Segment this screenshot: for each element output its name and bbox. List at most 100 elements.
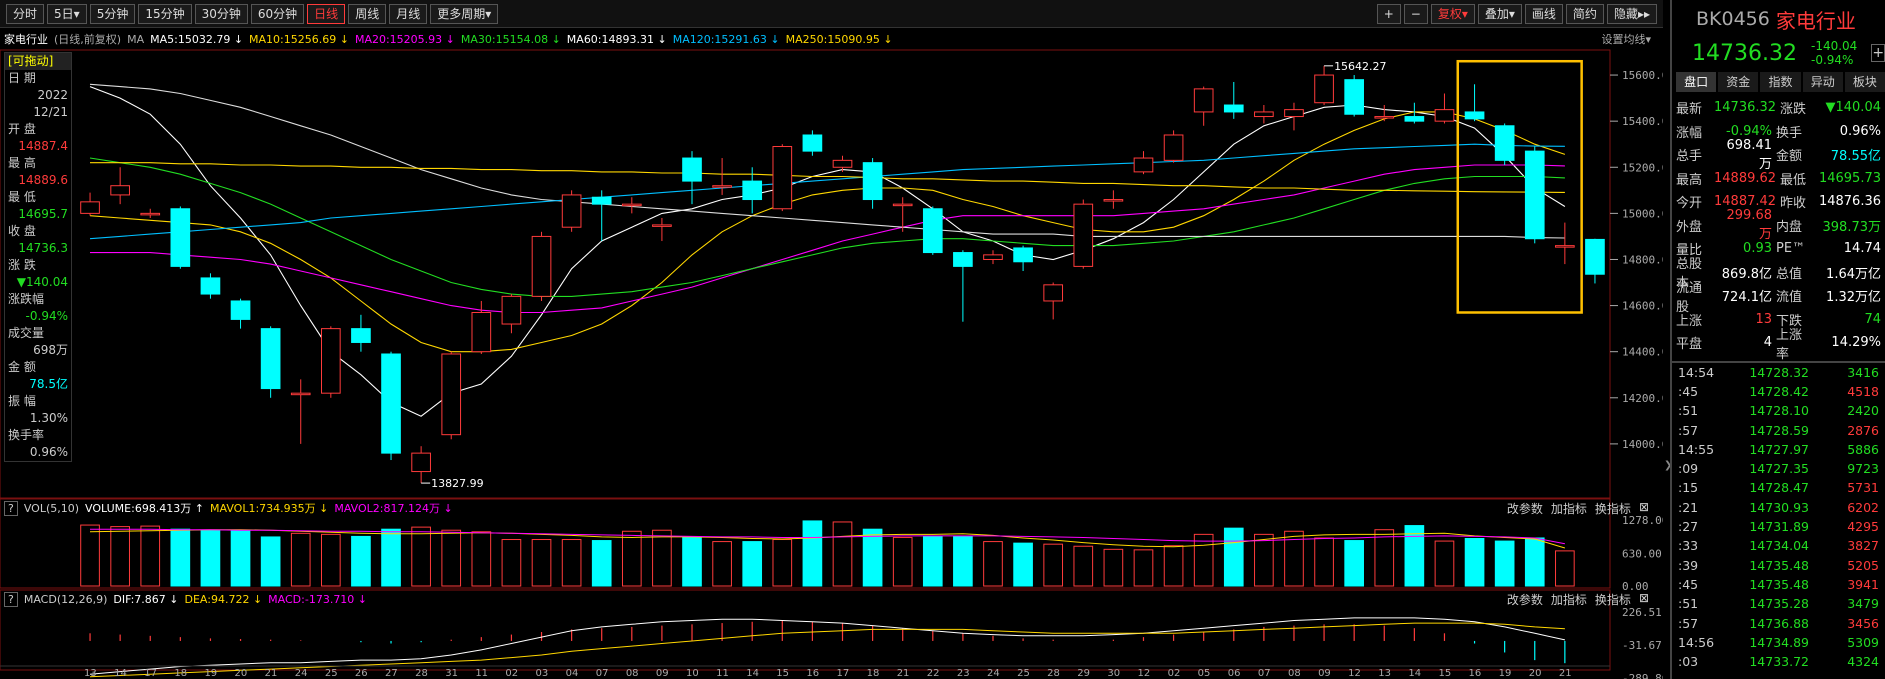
x-axis-label: 08 (626, 668, 639, 679)
quote-value: 14.29% (1831, 335, 1881, 351)
tick-volume: 4518 (1847, 383, 1879, 399)
quote-row: 最高 14889.62 最低 14695.73 (1672, 167, 1885, 191)
tool-button[interactable]: − (1403, 4, 1428, 24)
period-button[interactable]: 5分钟 (89, 4, 136, 24)
candle-body (591, 196, 612, 205)
quote-label: 平盘 (1676, 337, 1703, 353)
ma-line-ma20 (90, 164, 1565, 314)
pane-link[interactable]: 加指标 (1551, 500, 1587, 517)
macd-axis-label: -289.86 (1622, 672, 1663, 679)
volume-bar (411, 526, 431, 587)
volume-bar (230, 529, 251, 587)
x-axis-label: 08 (1288, 668, 1301, 679)
volume-bar (1555, 550, 1575, 587)
candle-body (1585, 238, 1605, 275)
period-button[interactable]: 15分钟 (138, 4, 192, 24)
x-axis-label: 31 (445, 668, 458, 679)
tool-button[interactable]: 叠加▾ (1477, 4, 1522, 24)
candle-body (922, 208, 943, 254)
period-button[interactable]: 60分钟 (250, 4, 305, 24)
pane-link[interactable]: 改参数 (1507, 500, 1543, 517)
volume-bar (200, 529, 221, 587)
sidebar-tab[interactable]: 资金 (1718, 72, 1759, 92)
drag-tag[interactable]: [可拖动] (5, 53, 71, 70)
candle-body (682, 157, 702, 182)
tick-time: :33 (1678, 538, 1699, 554)
x-axis-label: 21 (1559, 668, 1572, 679)
period-buttons: 分时 5日▾ 5分钟 15分钟 30分钟 60分钟 日线 周线 月线 更多周期▾ (6, 4, 499, 24)
period-button[interactable]: 分时 (6, 4, 45, 24)
volume-bar (1193, 533, 1214, 587)
tick-time: :51 (1678, 403, 1699, 419)
dea-line (89, 622, 1565, 678)
period-button[interactable]: 周线 (348, 4, 387, 24)
mavol1-line (89, 529, 1566, 549)
tool-button[interactable]: 画线 (1524, 4, 1563, 24)
x-axis-label: 03 (536, 668, 549, 679)
quote-row: 流通股 724.1亿 流值 1.32万亿 (1672, 281, 1885, 315)
tick-list[interactable]: 14:54 14728.32 3416:45 14728.42 4518:51 14728… (1672, 360, 1885, 672)
help-icon[interactable]: ? (4, 500, 18, 516)
x-axis-label: 02 (1168, 668, 1181, 679)
low-label: 最 低 (8, 190, 36, 204)
close-icon[interactable]: ⊠ (1639, 500, 1649, 517)
quote-value: ▼140.04 (1825, 100, 1882, 116)
ma120-value: MA120:15291.63 ↓ (672, 32, 780, 46)
tick-volume: 3416 (1847, 364, 1879, 380)
x-axis-label: 07 (1258, 668, 1271, 679)
tool-button[interactable]: + (1376, 4, 1401, 24)
index-name: 家电行业 (1775, 8, 1856, 33)
pane-link[interactable]: 加指标 (1551, 591, 1587, 608)
x-axis-label: 16 (806, 668, 819, 679)
cursor-info-panel[interactable]: [可拖动] 日 期 2022 12/21 开 盘 14887.4 最 高 148… (4, 52, 72, 462)
pane-link[interactable]: 换指标 (1595, 591, 1631, 608)
tick-row: 14:55 14727.97 5886 (1672, 440, 1885, 459)
quote-row: 总手 698.41万 金额 78.55亿 (1672, 138, 1885, 172)
quote-label: 换手 (1776, 125, 1803, 141)
volume-bar (441, 529, 462, 587)
tool-button[interactable]: 隐藏▸▸ (1606, 4, 1657, 24)
kline-app: 15600.00 15400.00 15200.00 15000.00 14800.00… (0, 0, 1885, 679)
volume-bar (381, 528, 401, 587)
volume-bar (742, 541, 763, 587)
quote-label: 最高 (1676, 172, 1703, 188)
pane-link[interactable]: 改参数 (1507, 591, 1543, 608)
tool-button[interactable]: 简约 (1565, 4, 1604, 24)
quote-value: 14736.32 (1714, 100, 1777, 116)
volume-bar (1374, 529, 1395, 587)
tick-volume: 5731 (1847, 480, 1879, 496)
volume-bar (1464, 537, 1485, 587)
period-button[interactable]: 日线 (307, 4, 346, 24)
add-watch-button[interactable]: + (1871, 44, 1885, 62)
help-icon[interactable]: ? (4, 591, 18, 607)
sidebar-tab[interactable]: 板块 (1844, 72, 1885, 92)
quote-value: 13 (1755, 311, 1772, 327)
x-axis-label: 14 (114, 668, 127, 679)
open-value: 14887.4 (18, 139, 68, 153)
period-button[interactable]: 5日▾ (47, 4, 87, 24)
period-button[interactable]: 30分钟 (194, 4, 248, 24)
sidebar-tab[interactable]: 异动 (1802, 72, 1843, 92)
tick-price: 14728.32 (1749, 364, 1809, 380)
pane-link[interactable]: 换指标 (1595, 500, 1631, 517)
chart-canvas[interactable]: 15600.00 15400.00 15200.00 15000.00 14800.00… (0, 0, 1663, 679)
candle-body (892, 203, 913, 207)
period-button[interactable]: 更多周期▾ (430, 4, 499, 24)
tool-button[interactable]: 复权▾ (1430, 4, 1475, 24)
volume-bar (682, 536, 702, 587)
sidebar-tab[interactable]: 盘口 (1676, 72, 1717, 92)
close-icon[interactable]: ⊠ (1639, 591, 1649, 608)
quote-label: 最新 (1676, 102, 1703, 118)
volume-bar (110, 526, 130, 587)
tick-row: :33 14734.04 3827 (1672, 536, 1885, 555)
tick-volume: 3941 (1847, 576, 1879, 592)
ma-settings-link[interactable]: 设置均线▾ (1601, 31, 1651, 47)
period-button[interactable]: 月线 (389, 4, 428, 24)
volume-bar (802, 520, 823, 587)
sidebar-tab[interactable]: 指数 (1760, 72, 1801, 92)
quote-value: 0.93 (1743, 241, 1772, 257)
amp-label: 振 幅 (8, 394, 36, 408)
tick-row: :03 14733.72 4324 (1672, 652, 1885, 671)
volume-bar (591, 540, 612, 587)
volume-bar (1073, 545, 1094, 587)
